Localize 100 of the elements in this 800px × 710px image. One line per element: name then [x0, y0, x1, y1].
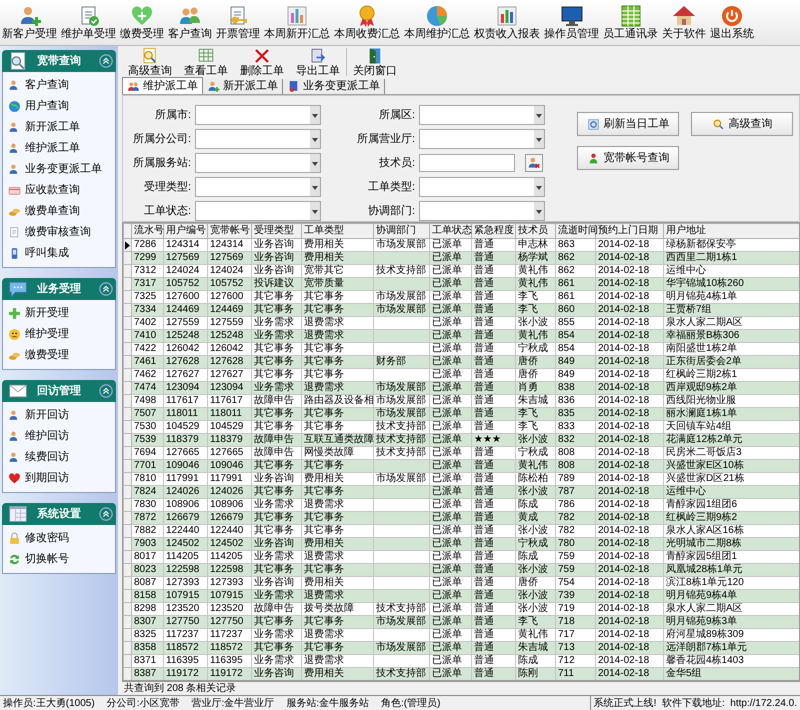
table-cell: 业务需求 [254, 330, 294, 341]
table-cell: 普通 [474, 486, 494, 497]
sidebar-item[interactable]: 缴费审核查询 [3, 222, 115, 243]
sidebar-item[interactable]: 客户查询 [3, 75, 115, 96]
caret-icon [310, 130, 320, 148]
table-cell: 123094 [210, 382, 244, 393]
table-cell: 西岸观邸9栋2单 [666, 382, 738, 393]
table-cell: 759 [558, 564, 575, 575]
collapse-icon[interactable] [99, 507, 113, 521]
sidebar-item[interactable]: 维护受理 [3, 324, 115, 345]
tab[interactable]: 新开派工单 [203, 79, 283, 94]
table-cell: 宁秋成 [518, 447, 548, 458]
toolbar-button[interactable]: 维护单受理 [59, 0, 118, 45]
sidebar-item[interactable]: 切换帐号 [3, 549, 115, 570]
table-cell: 费用相关 [304, 473, 344, 484]
column-header[interactable]: 预约上门日期 [596, 224, 664, 238]
collapse-icon[interactable] [99, 282, 113, 296]
tab[interactable]: 维护派工单 [122, 77, 203, 94]
clear-technician-button[interactable] [525, 154, 543, 172]
sidebar-item[interactable]: 用户查询 [3, 96, 115, 117]
toolbar-button[interactable]: 员工通讯录 [601, 0, 660, 45]
dropdown-field[interactable] [419, 105, 545, 125]
table-cell: 7312 [134, 265, 156, 276]
sidebar-item[interactable]: 缴费单查询 [3, 201, 115, 222]
table-cell: 其它事务 [254, 369, 294, 380]
sidebar-item[interactable]: 呼叫集成 [3, 243, 115, 264]
action-button[interactable]: 刷新当日工单 [577, 112, 679, 136]
sidebar-item[interactable]: 应收款查询 [3, 180, 115, 201]
dropdown-field[interactable] [195, 153, 321, 173]
table-cell: 普通 [474, 577, 494, 588]
panel-title: 回访管理 [37, 384, 82, 399]
toolbar-button[interactable]: 本周维护汇总 [402, 0, 472, 45]
table-cell: 朱吉城 [518, 642, 548, 653]
dropdown-field[interactable] [419, 129, 545, 149]
toolbar-button[interactable]: 关闭窗口 [347, 46, 403, 78]
toolbar-button[interactable]: 本周收费汇总 [332, 0, 402, 45]
toolbar-button[interactable]: 新客户受理 [0, 0, 59, 45]
toolbar-button[interactable]: 客户查询 [166, 0, 214, 45]
table-cell: 普通 [474, 603, 494, 614]
toolbar-button[interactable]: 退出系统 [708, 0, 756, 45]
input-field[interactable] [419, 154, 515, 172]
table-cell: 宁秋成 [518, 343, 548, 354]
dropdown-field[interactable] [195, 105, 321, 125]
table-cell: 127628 [210, 356, 244, 367]
table-cell: 754 [558, 577, 575, 588]
sidebar-item[interactable]: 业务变更派工单 [3, 159, 115, 180]
table-cell: 7810 [134, 473, 156, 484]
sidebar-item[interactable]: 续费回访 [3, 447, 115, 468]
panel-header[interactable]: 业务受理 [2, 278, 116, 300]
table-cell: 普通 [474, 525, 494, 536]
document-icon [287, 80, 300, 93]
dropdown-field[interactable] [419, 177, 545, 197]
sidebar-item[interactable]: 新开派工单 [3, 117, 115, 138]
table-cell: 其它事务 [304, 291, 344, 302]
dropdown-field[interactable] [195, 201, 321, 221]
sidebar-item[interactable]: 到期回访 [3, 468, 115, 489]
collapse-icon[interactable] [99, 384, 113, 398]
table-cell: 普通 [474, 460, 494, 471]
monitor-icon [560, 4, 584, 28]
dropdown-field[interactable] [419, 201, 545, 221]
table-cell: 退费需求 [304, 655, 344, 666]
action-button[interactable]: 宽带帐号查询 [577, 146, 679, 170]
table-cell: 119172 [210, 668, 243, 679]
action-button[interactable]: 高级查询 [691, 112, 793, 136]
table-cell: 业务需求 [254, 655, 294, 666]
table-cell: 2014-02-18 [598, 603, 650, 614]
table-cell: 855 [558, 317, 575, 328]
dropdown-field[interactable] [195, 129, 321, 149]
table-cell: 张小波 [518, 486, 548, 497]
table-cell: 退费需求 [304, 590, 344, 601]
sidebar-item[interactable]: 维护派工单 [3, 138, 115, 159]
collapse-icon[interactable] [99, 54, 113, 68]
toolbar-button[interactable]: 本周新开汇总 [262, 0, 332, 45]
table-cell: 红枫岭三期2栋1 [666, 369, 738, 380]
sidebar-item[interactable]: 新开受理 [3, 303, 115, 324]
panel-header[interactable]: 系统设置 [2, 503, 116, 525]
toolbar-button[interactable]: 开票管理 [214, 0, 262, 45]
toolbar-button[interactable]: 操作员管理 [542, 0, 601, 45]
table-cell: ★★★ [474, 434, 501, 445]
toolbar-button[interactable]: 删除工单 [234, 46, 290, 78]
sidebar-item[interactable]: 维护回访 [3, 426, 115, 447]
panel-header[interactable]: 宽带查询 [2, 50, 116, 72]
toolbar-button[interactable]: 权责收入报表 [472, 0, 542, 45]
table-cell: 124026 [166, 486, 200, 497]
panel-title: 宽带查询 [37, 54, 82, 69]
sidebar-item[interactable]: 缴费受理 [3, 345, 115, 366]
dropdown-field[interactable] [195, 177, 321, 197]
toolbar-button[interactable]: 导出工单 [290, 46, 346, 78]
caret-icon [310, 202, 320, 220]
sidebar-item[interactable]: 修改密码 [3, 528, 115, 549]
table-cell: 127559 [166, 317, 200, 328]
tab[interactable]: 业务变更派工单 [283, 79, 385, 94]
table-cell: 陈松柏 [518, 473, 548, 484]
sidebar-item[interactable]: 新开回访 [3, 405, 115, 426]
table-cell: 普通 [474, 655, 494, 666]
panel-header[interactable]: 回访管理 [2, 380, 116, 402]
toolbar-button[interactable]: 关于软件 [660, 0, 708, 45]
row-header[interactable] [124, 238, 132, 252]
toolbar-button[interactable]: 缴费受理 [118, 0, 166, 45]
table-cell: 业务咨询 [254, 239, 294, 250]
